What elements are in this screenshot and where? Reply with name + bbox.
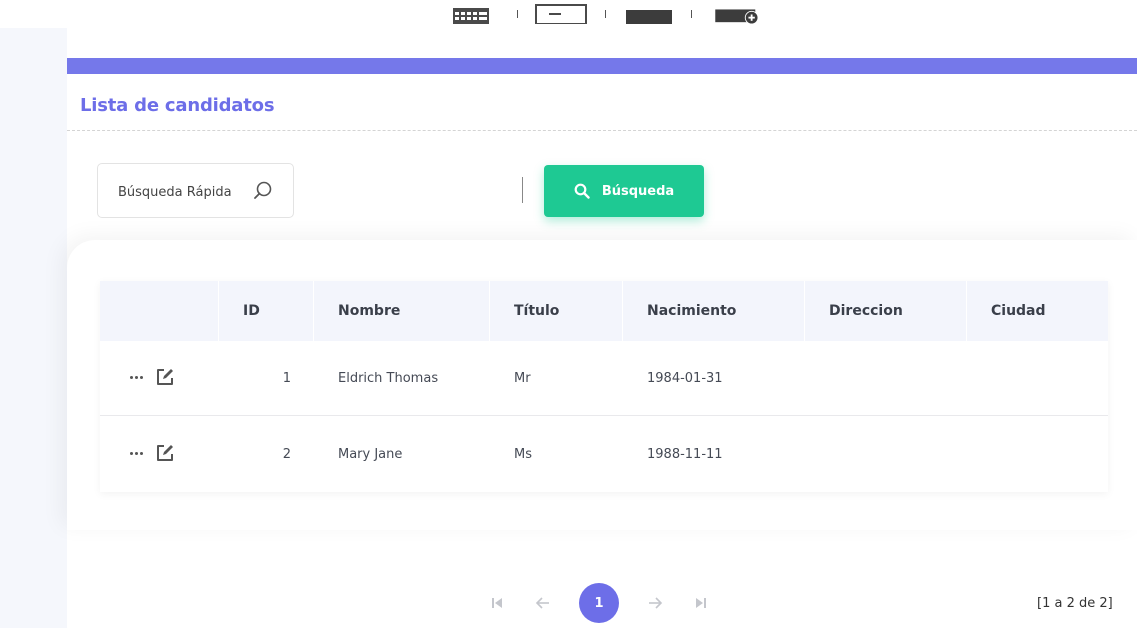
candidates-panel: Lista de candidatos Búsqueda ID Nombre [67,28,1137,628]
column-header-direccion[interactable]: Direccion [805,281,967,341]
cell-nombre: Mary Jane [338,447,403,462]
top-toolbar [0,0,1137,28]
quick-search-box [97,163,294,218]
layout-icon[interactable] [535,4,587,24]
quick-search-input[interactable] [118,182,246,202]
column-header-titulo[interactable]: Título [490,281,623,341]
search-divider [522,177,523,203]
cell-ciudad [991,417,1108,492]
page: Lista de candidatos Búsqueda ID Nombre [0,0,1137,628]
column-header-nombre[interactable]: Nombre [314,281,490,341]
column-header-actions [100,281,219,341]
cell-id: 1 [282,371,291,386]
column-header-id[interactable]: ID [219,281,314,341]
cell-nacimiento: 1988-11-11 [647,447,723,462]
toolbar-separator [517,10,518,18]
search-button[interactable]: Búsqueda [544,165,704,217]
folder-add-icon[interactable] [713,4,763,24]
table-row[interactable]: 2 Mary Jane Ms 1988-11-11 [100,417,1108,492]
panel-accent-bar [67,58,1137,74]
edit-icon[interactable] [155,367,175,387]
next-page-icon[interactable] [643,591,667,615]
cell-nacimiento: 1984-01-31 [647,371,723,386]
toolbar-separator [691,10,692,18]
cell-ciudad [991,341,1108,416]
row-actions [130,367,175,387]
more-dots-icon[interactable] [130,451,143,455]
cell-direccion [829,341,967,416]
prev-page-icon[interactable] [531,591,555,615]
search-button-label: Búsqueda [601,183,675,199]
folder-icon[interactable] [626,4,672,24]
edit-icon[interactable] [155,443,175,463]
table-header: ID Nombre Título Nacimiento Direccion Ci… [100,281,1108,341]
cell-titulo: Ms [514,447,532,462]
candidates-table: ID Nombre Título Nacimiento Direccion Ci… [100,281,1108,492]
title-divider [67,130,1137,131]
pagination: 1 [485,583,725,623]
last-page-icon[interactable] [689,591,713,615]
more-dots-icon[interactable] [130,375,143,379]
cell-titulo: Mr [514,371,531,386]
table-row[interactable]: 1 Eldrich Thomas Mr 1984-01-31 [100,341,1108,416]
cell-nombre: Eldrich Thomas [338,371,439,386]
first-page-icon[interactable] [485,591,509,615]
column-header-nacimiento[interactable]: Nacimiento [623,281,805,341]
left-gutter [0,28,67,628]
cell-direccion [829,417,967,492]
search-icon [574,183,590,199]
current-page-button[interactable]: 1 [579,583,619,623]
calendar-grid-icon[interactable] [453,4,489,24]
column-header-ciudad[interactable]: Ciudad [967,281,1108,341]
search-icon[interactable] [252,180,274,202]
range-indicator: [1 a 2 de 2] [1037,596,1113,611]
toolbar-separator [605,10,606,18]
cell-id: 2 [282,447,291,462]
page-title: Lista de candidatos [80,95,275,116]
row-actions [130,443,175,463]
